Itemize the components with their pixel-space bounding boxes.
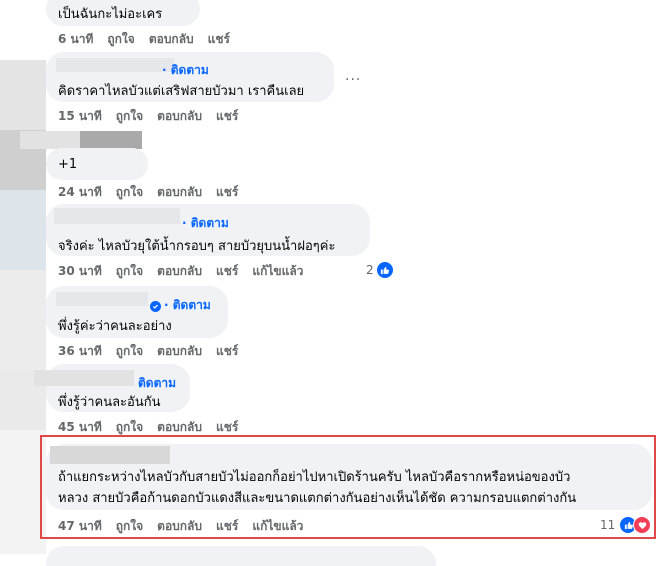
author-name-redacted: [56, 292, 148, 306]
comment-bubble: · ติดตาม จริงค่ะ ไหลบัวยุใต้น้ำกรอบๆ สาย…: [46, 204, 370, 256]
comment-time[interactable]: 15 นาที: [58, 109, 102, 123]
follow-link[interactable]: · ติดตาม: [162, 61, 209, 80]
comment-text: พึ่งรู้ว่าคนละอันกัน: [58, 395, 161, 410]
comment-time[interactable]: 6 นาที: [58, 32, 93, 46]
comment-bubble: เป็นฉันกะไม่อะเคร: [46, 0, 200, 26]
comment-actions: 30 นาที ถูกใจ ตอบกลับ แชร์ แก้ไขแล้ว: [58, 262, 317, 281]
author-name-redacted: [54, 208, 180, 224]
share-button[interactable]: แชร์: [216, 344, 238, 358]
reply-button[interactable]: ตอบกลับ: [157, 420, 202, 434]
share-button[interactable]: แชร์: [216, 185, 238, 199]
comment-time[interactable]: 24 นาที: [58, 185, 102, 199]
reply-button[interactable]: ตอบกลับ: [149, 32, 194, 46]
comment-text: เป็นฉันกะไม่อะเคร: [58, 7, 163, 22]
comment-text: จริงค่ะ ไหลบัวยุใต้น้ำกรอบๆ สายบัวยุบนน้…: [58, 239, 336, 254]
more-options-icon[interactable]: ...: [345, 68, 361, 84]
comment-actions: 24 นาที ถูกใจ ตอบกลับ แชร์: [58, 183, 252, 202]
like-button[interactable]: ถูกใจ: [116, 109, 143, 123]
comment-bubble: +1: [46, 148, 148, 180]
author-name-redacted: [56, 58, 174, 72]
like-reaction-icon: [375, 261, 394, 279]
follow-link[interactable]: · ติดตาม: [150, 296, 211, 315]
comment-actions: 36 นาที ถูกใจ ตอบกลับ แชร์: [58, 342, 252, 361]
comment-time[interactable]: 45 นาที: [58, 420, 102, 434]
avatar-blur: [0, 60, 46, 130]
comment-actions: 6 นาที ถูกใจ ตอบกลับ แชร์: [58, 30, 244, 49]
avatar-blur: [0, 270, 46, 370]
comment-actions: 15 นาที ถูกใจ ตอบกลับ แชร์: [58, 107, 252, 126]
reply-button[interactable]: ตอบกลับ: [157, 109, 202, 123]
comment-time[interactable]: 36 นาที: [58, 344, 102, 358]
reply-button[interactable]: ตอบกลับ: [157, 264, 202, 278]
comment-bubble-partial: [46, 546, 436, 566]
verified-badge-icon: [150, 301, 161, 312]
share-button[interactable]: แชร์: [216, 420, 238, 434]
share-button[interactable]: แชร์: [216, 109, 238, 123]
edited-label: แก้ไขแล้ว: [252, 264, 304, 278]
comment-text: พึ่งรู้ค่ะว่าคนละอย่าง: [58, 319, 172, 334]
reaction-number: 2: [366, 263, 374, 277]
like-button[interactable]: ถูกใจ: [116, 344, 143, 358]
highlight-box: [40, 435, 656, 539]
like-button[interactable]: ถูกใจ: [107, 32, 134, 46]
avatar-blur: [0, 190, 46, 270]
author-name-redacted: [34, 370, 134, 386]
like-button[interactable]: ถูกใจ: [116, 264, 143, 278]
reply-button[interactable]: ตอบกลับ: [157, 344, 202, 358]
share-button[interactable]: แชร์: [208, 32, 230, 46]
follow-link[interactable]: · ติดตาม: [182, 214, 229, 233]
like-button[interactable]: ถูกใจ: [116, 185, 143, 199]
comment-bubble: · ติดตาม พึ่งรู้ค่ะว่าคนละอย่าง: [46, 286, 228, 338]
like-button[interactable]: ถูกใจ: [116, 420, 143, 434]
author-name-redacted: [20, 131, 80, 149]
share-button[interactable]: แชร์: [216, 264, 238, 278]
reaction-count[interactable]: 2: [366, 261, 394, 279]
reply-button[interactable]: ตอบกลับ: [157, 185, 202, 199]
comment-text: +1: [58, 157, 78, 172]
comment-time[interactable]: 30 นาที: [58, 264, 102, 278]
comment-text: คิดราคาไหลบัวแต่เสริฟสายบัวมา เราคืนเลย: [58, 84, 305, 99]
comment-bubble: · ติดตาม คิดราคาไหลบัวแต่เสริฟสายบัวมา เ…: [46, 52, 334, 102]
comment-bubble: ติดตาม พึ่งรู้ว่าคนละอันกัน: [34, 364, 190, 412]
